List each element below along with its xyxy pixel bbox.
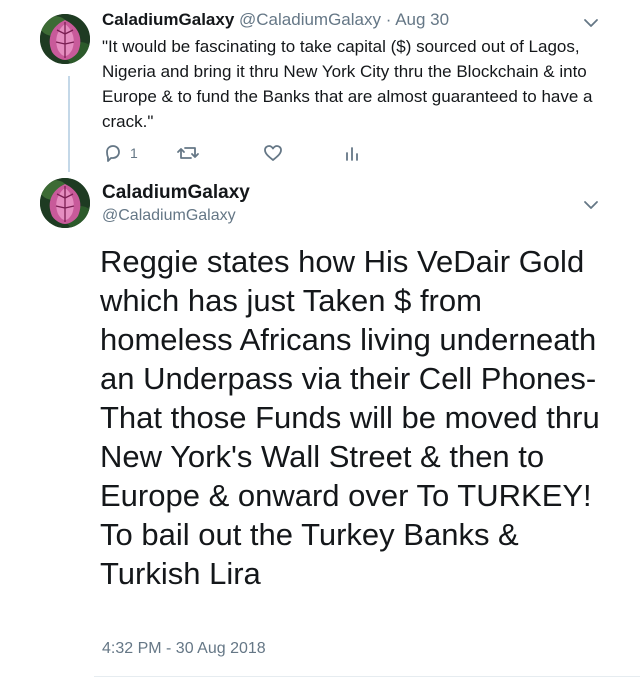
tweet-timestamp[interactable]: 4:32 PM - 30 Aug 2018	[102, 640, 266, 658]
like-button[interactable]	[262, 140, 284, 166]
retweet-icon	[177, 147, 199, 159]
display-name[interactable]: CaladiumGalaxy	[102, 10, 234, 29]
retweet-button[interactable]	[176, 140, 200, 166]
tweet-text: Reggie states how His VeDair Gold which …	[100, 244, 600, 591]
separator-dot: ·	[385, 10, 392, 29]
reply-icon	[106, 145, 120, 162]
avatar[interactable]	[40, 178, 90, 228]
thread-connector-line	[68, 76, 70, 172]
tweet-header: CaladiumGalaxy @CaladiumGalaxy · Aug 30	[102, 10, 449, 30]
tweet-text: "It would be fascinating to take capital…	[102, 37, 593, 131]
display-name[interactable]: CaladiumGalaxy	[102, 182, 250, 204]
avatar[interactable]	[40, 14, 90, 64]
divider	[94, 676, 640, 677]
reply-button[interactable]: 1	[102, 140, 138, 166]
analytics-button[interactable]	[342, 140, 362, 166]
handle[interactable]: @CaladiumGalaxy	[239, 10, 381, 29]
chevron-down-icon[interactable]	[582, 196, 600, 214]
handle[interactable]: @CaladiumGalaxy	[102, 207, 236, 225]
caladium-leaf-photo	[40, 14, 90, 64]
heart-icon	[264, 145, 282, 161]
reply-count: 1	[130, 145, 138, 161]
analytics-icon	[346, 147, 358, 161]
chevron-down-icon[interactable]	[582, 14, 600, 32]
tweet-actions: 1	[102, 140, 382, 166]
tweet-date[interactable]: Aug 30	[395, 10, 449, 29]
caladium-leaf-photo	[40, 178, 90, 228]
